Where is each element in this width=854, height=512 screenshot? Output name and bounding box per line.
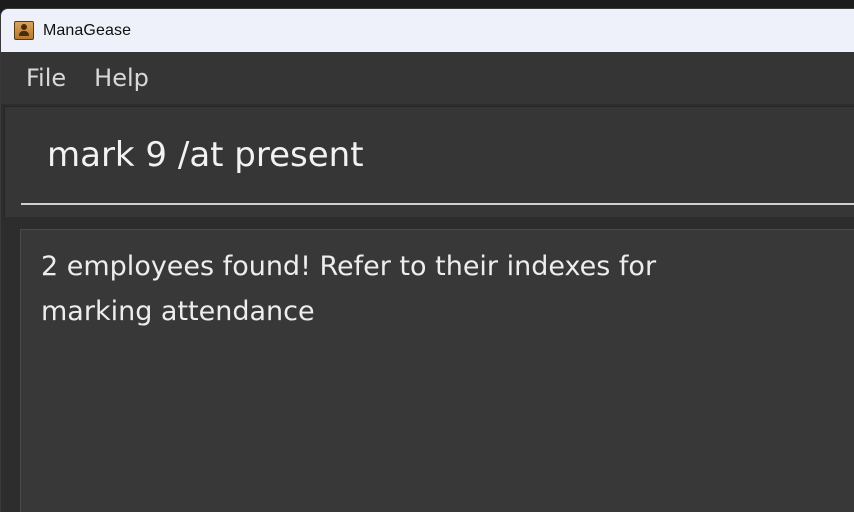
result-message: 2 employees found! Refer to their indexe… <box>41 251 665 327</box>
menu-bar: File Help <box>1 52 854 104</box>
menu-help[interactable]: Help <box>94 66 149 90</box>
title-bar[interactable]: ManaGease <box>1 9 854 52</box>
menu-file[interactable]: File <box>26 66 66 90</box>
address-book-icon <box>14 21 34 40</box>
result-display[interactable]: 2 employees found! Refer to their indexe… <box>20 229 854 512</box>
window-title: ManaGease <box>43 21 132 39</box>
command-input[interactable] <box>21 107 854 205</box>
app-window: ManaGease File Help 2 employees found! R… <box>0 8 854 512</box>
main-content: 2 employees found! Refer to their indexe… <box>1 104 854 512</box>
command-box <box>4 106 854 217</box>
